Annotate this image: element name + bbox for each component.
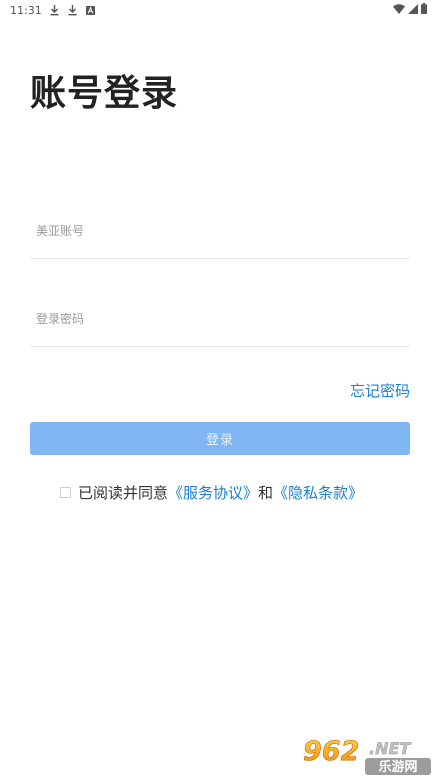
page-title: 账号登录 [30, 73, 179, 114]
agreement-checkbox[interactable] [60, 486, 71, 498]
agreement-row: 已阅读并同意 《服务协议》 和 《隐私条款》 [60, 481, 363, 503]
download-icon [50, 4, 60, 16]
status-right [393, 0, 427, 20]
status-left: 11:31 [10, 0, 96, 20]
battery-icon [421, 3, 427, 17]
login-button[interactable]: 登录 [30, 422, 410, 455]
agreement-prefix-text: 已阅读并同意 [78, 483, 169, 502]
svg-text:乐游网: 乐游网 [378, 759, 417, 775]
watermark-logo: 962 .NET 乐游网 [301, 734, 435, 776]
svg-text:.NET: .NET [369, 739, 411, 758]
download-icon [68, 4, 78, 16]
signal-icon [408, 3, 418, 17]
a-square-icon [86, 4, 96, 16]
forgot-password-link[interactable]: 忘记密码 [350, 381, 410, 401]
password-field [30, 294, 410, 347]
account-input[interactable] [30, 216, 410, 246]
svg-text:962: 962 [303, 736, 359, 767]
account-field [30, 206, 410, 259]
privacy-policy-link[interactable]: 《隐私条款》 [273, 482, 363, 503]
password-input[interactable] [30, 304, 410, 334]
service-agreement-link[interactable]: 《服务协议》 [168, 482, 258, 503]
agreement-joiner-text: 和 [258, 483, 274, 502]
status-bar: 11:31 [0, 0, 439, 20]
status-time: 11:31 [10, 3, 42, 17]
wifi-icon [393, 3, 405, 17]
